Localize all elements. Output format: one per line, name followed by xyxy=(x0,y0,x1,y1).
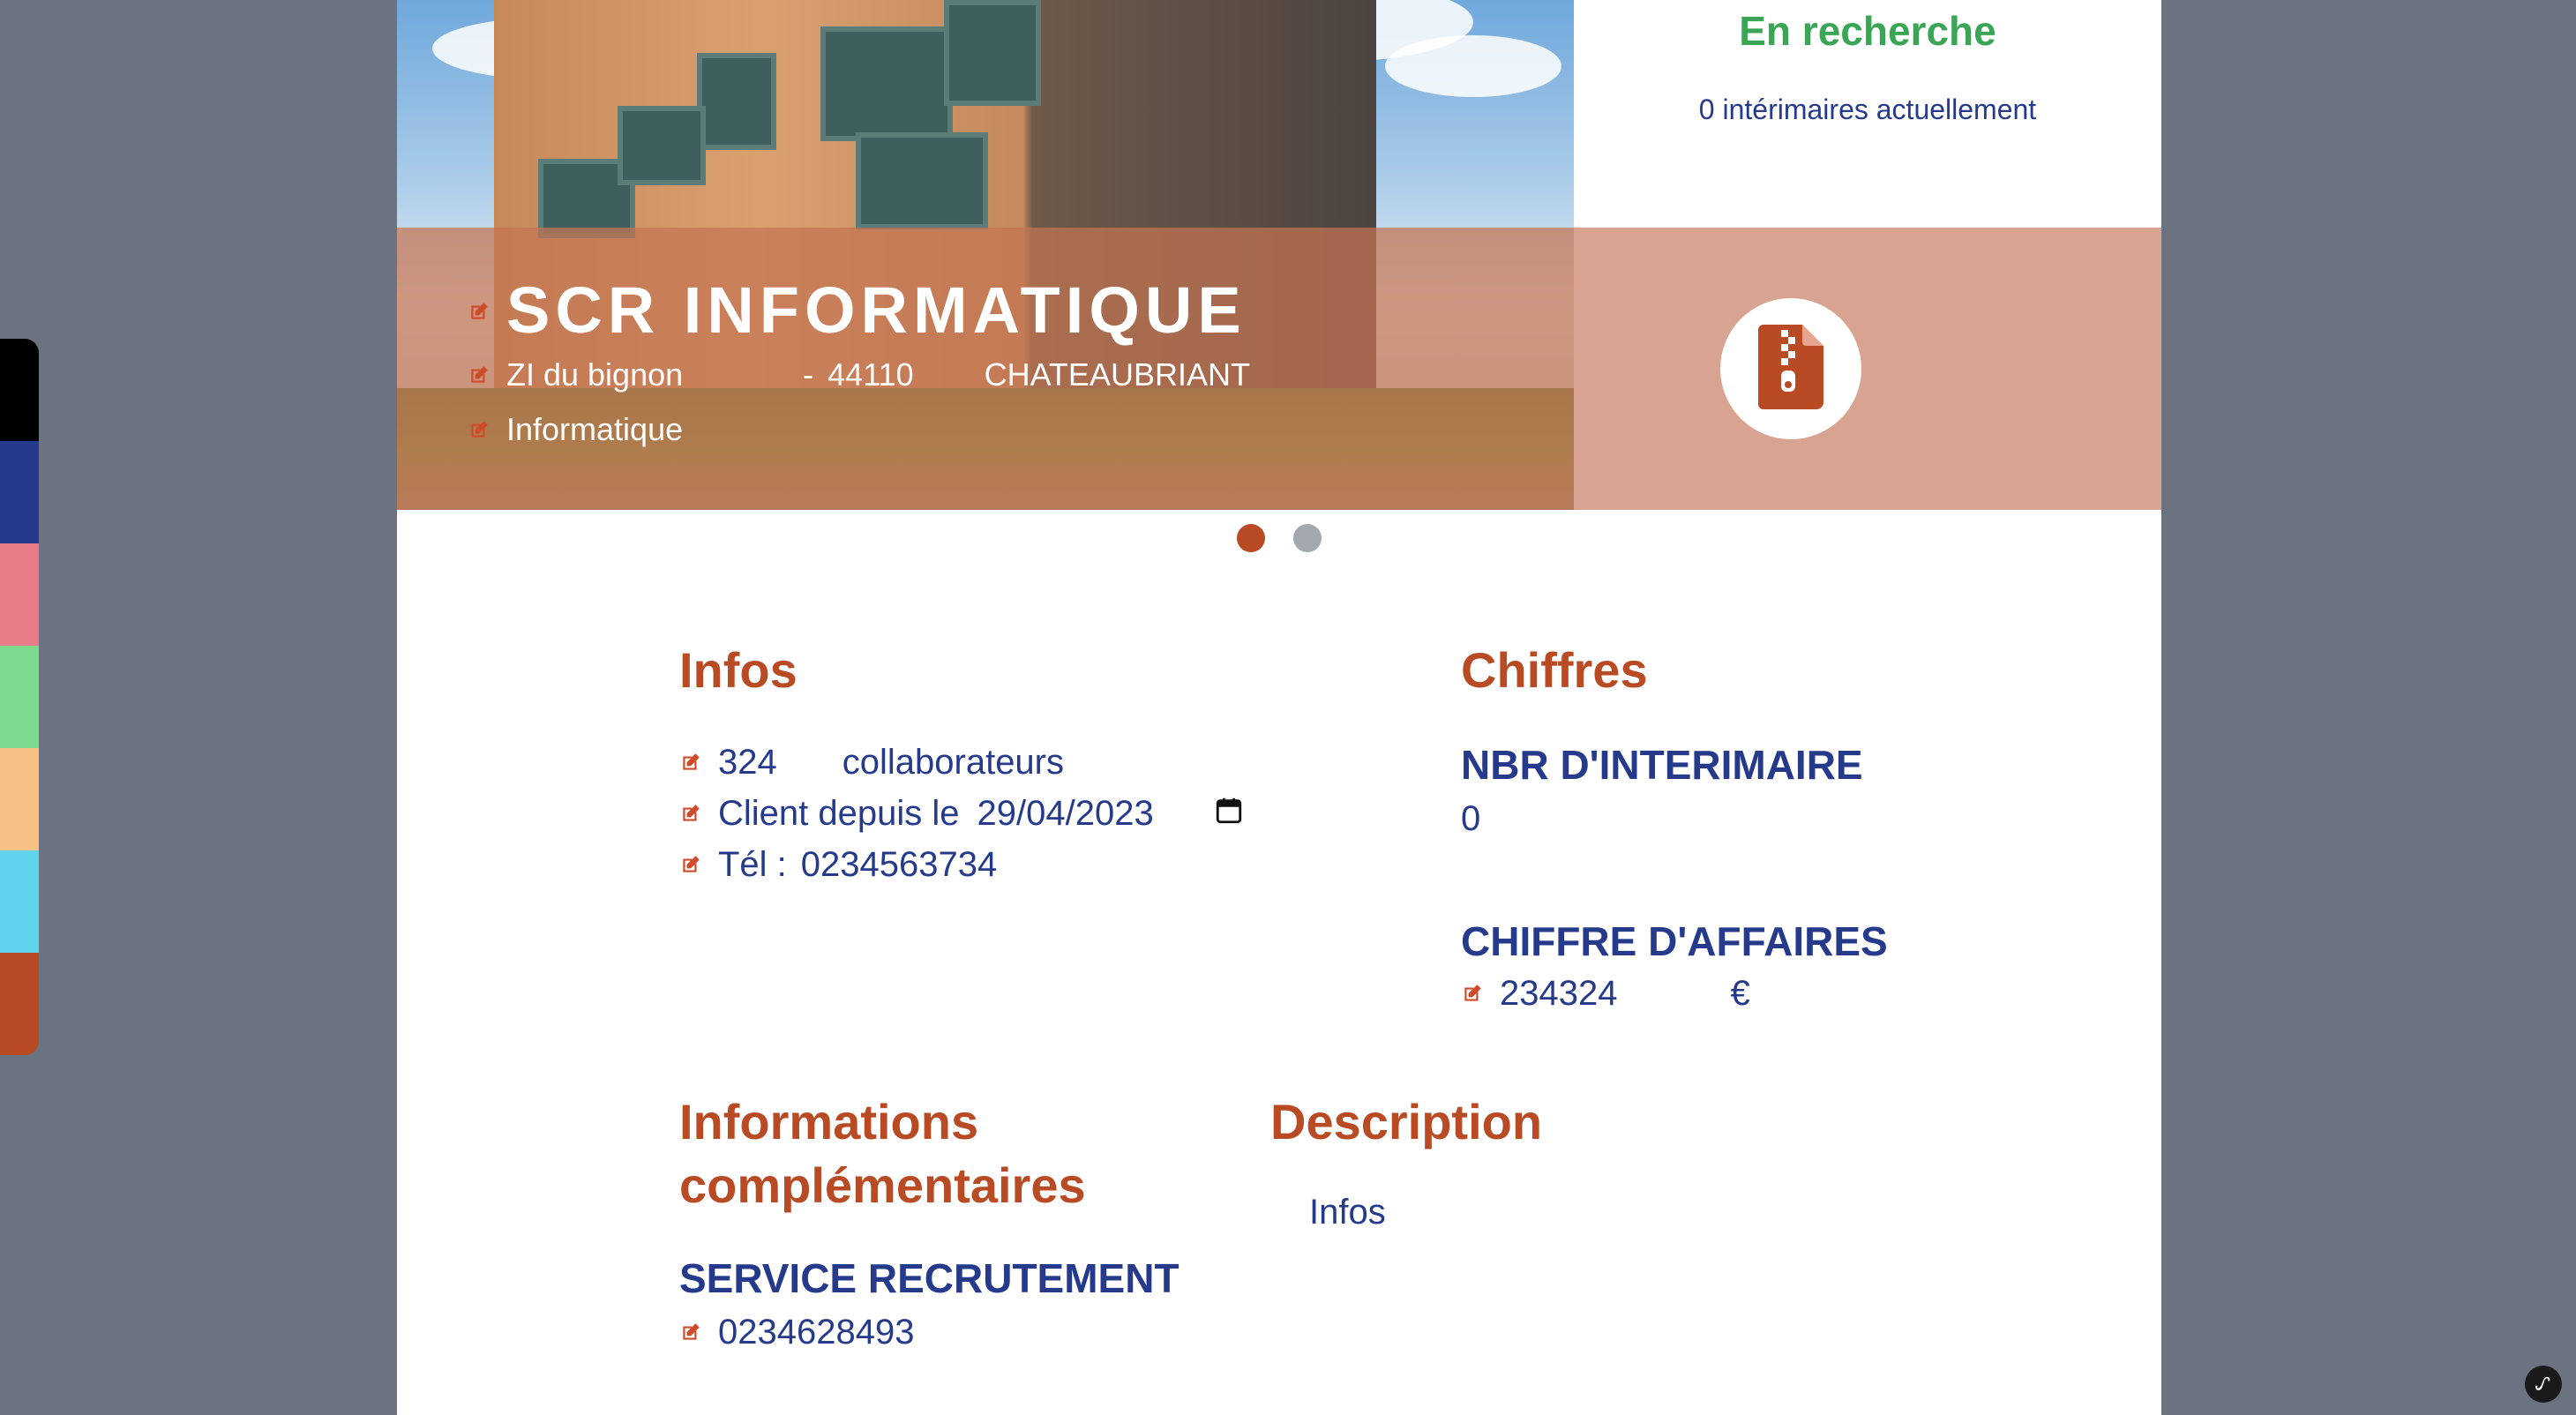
edit-icon[interactable] xyxy=(468,300,490,323)
service-label: SERVICE RECRUTEMENT xyxy=(679,1255,1179,1301)
color-swatch-cyan[interactable] xyxy=(0,850,39,953)
edit-icon[interactable] xyxy=(679,751,702,774)
calendar-icon[interactable] xyxy=(1214,796,1244,826)
phone-row: Tél : 0234563734 xyxy=(679,842,997,887)
edit-icon[interactable] xyxy=(679,1321,702,1344)
employees-count: 324 xyxy=(718,742,777,782)
revenue-label: CHIFFRE D'AFFAIRES xyxy=(1461,918,1888,964)
edit-icon[interactable] xyxy=(468,363,490,386)
symfony-icon[interactable] xyxy=(2525,1366,2562,1403)
client-since-row: Client depuis le 29/04/2023 xyxy=(679,790,1154,836)
status-subtitle: 0 intérimaires actuellement xyxy=(1698,94,2037,125)
service-phone: 0234628493 xyxy=(718,1312,915,1351)
chiffres-heading: Chiffres xyxy=(1461,642,1648,698)
description-heading: Description xyxy=(1270,1094,1543,1149)
infos-heading: Infos xyxy=(679,642,798,698)
phone-value: 0234563734 xyxy=(800,844,998,884)
phone-label: Tél : xyxy=(718,844,787,884)
edit-icon[interactable] xyxy=(1461,982,1484,1005)
employees-label: collaborateurs xyxy=(842,742,1064,782)
color-swatch-pink[interactable] xyxy=(0,543,39,646)
address-separator: - xyxy=(803,356,814,393)
edit-icon[interactable] xyxy=(468,418,490,441)
theme-color-strip xyxy=(0,339,39,1055)
company-city: CHATEAUBRIANT xyxy=(984,356,1250,393)
revenue-currency: € xyxy=(1730,973,1750,1013)
company-hero: SCR INFORMATIQUE ZI du bignon - 44110 CH… xyxy=(397,0,1574,510)
interim-label: NBR D'INTERIMAIRE xyxy=(1461,742,1863,788)
revenue-value: 234324 xyxy=(1500,973,1618,1013)
document-button[interactable] xyxy=(1720,298,1861,439)
color-swatch-rust[interactable] xyxy=(0,953,39,1055)
document-panel xyxy=(1574,228,2161,510)
client-since-date: 29/04/2023 xyxy=(977,793,1154,833)
company-page: SCR INFORMATIQUE ZI du bignon - 44110 CH… xyxy=(397,0,2161,1415)
complementary-heading: Informations complémentaires xyxy=(679,1094,1086,1213)
color-swatch-black[interactable] xyxy=(0,339,39,441)
service-phone-row: 0234628493 xyxy=(679,1309,914,1355)
edit-icon[interactable] xyxy=(679,802,702,825)
edit-icon[interactable] xyxy=(679,853,702,876)
status-panel: En recherche 0 intérimaires actuellement xyxy=(1574,0,2161,228)
file-zip-icon xyxy=(1758,324,1823,414)
employees-row: 324 collaborateurs xyxy=(679,739,1064,785)
carousel-dot-1[interactable] xyxy=(1237,524,1265,552)
description-text: Infos xyxy=(1309,1192,1386,1232)
status-title: En recherche xyxy=(1739,8,1996,54)
company-address: ZI du bignon xyxy=(506,356,684,393)
interim-value: 0 xyxy=(1461,798,1481,838)
color-swatch-green[interactable] xyxy=(0,646,39,748)
company-postal-code: 44110 xyxy=(827,356,914,393)
client-since-label: Client depuis le xyxy=(718,793,960,833)
carousel-dot-2[interactable] xyxy=(1293,524,1322,552)
revenue-row: 234324 € xyxy=(1461,970,1750,1016)
company-sector: Informatique xyxy=(506,411,684,447)
company-name: SCR INFORMATIQUE xyxy=(506,273,1247,347)
color-swatch-orange[interactable] xyxy=(0,748,39,850)
color-swatch-navy[interactable] xyxy=(0,441,39,543)
